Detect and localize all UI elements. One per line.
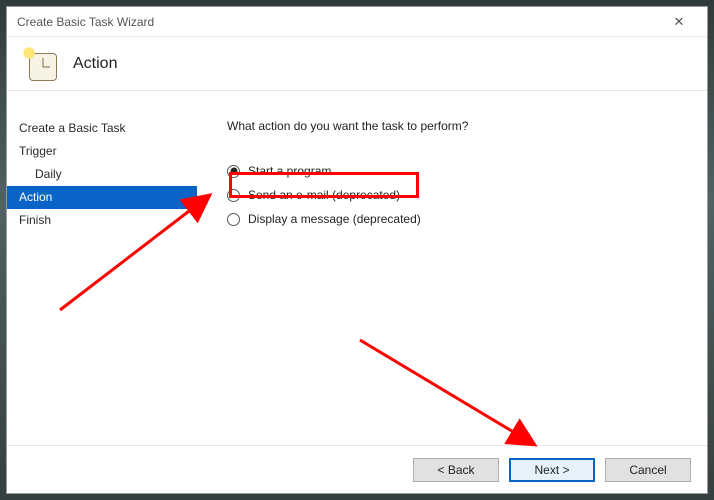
annotation-highlight-box [229, 172, 419, 198]
task-scheduler-icon [23, 47, 57, 81]
window-title: Create Basic Task Wizard [17, 15, 154, 29]
radio-icon [227, 213, 240, 226]
wizard-footer: < Back Next > Cancel [7, 445, 707, 493]
titlebar: Create Basic Task Wizard ✕ [7, 7, 707, 37]
wizard-content: What action do you want the task to perf… [197, 93, 707, 445]
wizard-header: Action [7, 37, 707, 91]
wizard-body: Create a Basic TaskTriggerDailyActionFin… [7, 93, 707, 445]
action-option-2[interactable]: Display a message (deprecated) [227, 207, 687, 231]
wizard-steps-sidebar: Create a Basic TaskTriggerDailyActionFin… [7, 93, 197, 445]
wizard-step-action[interactable]: Action [7, 186, 197, 209]
wizard-step-trigger[interactable]: Trigger [7, 140, 197, 163]
close-icon: ✕ [674, 14, 685, 30]
wizard-step-daily[interactable]: Daily [7, 163, 197, 186]
next-button[interactable]: Next > [509, 458, 595, 482]
create-basic-task-wizard-dialog: Create Basic Task Wizard ✕ Action Create… [6, 6, 708, 494]
window-close-button[interactable]: ✕ [657, 8, 701, 36]
wizard-step-title: Action [73, 55, 117, 73]
wizard-step-finish[interactable]: Finish [7, 209, 197, 232]
cancel-button[interactable]: Cancel [605, 458, 691, 482]
action-prompt: What action do you want the task to perf… [227, 119, 687, 133]
back-button[interactable]: < Back [413, 458, 499, 482]
radio-label: Display a message (deprecated) [248, 212, 421, 226]
wizard-step-create-a-basic-task[interactable]: Create a Basic Task [7, 117, 197, 140]
